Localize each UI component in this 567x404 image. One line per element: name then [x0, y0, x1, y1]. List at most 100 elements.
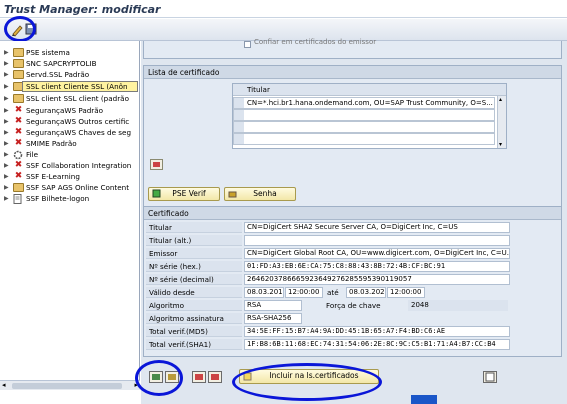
- delete-icon[interactable]: [208, 371, 222, 383]
- trust-issuer-checkbox[interactable]: [244, 41, 251, 48]
- title-bar: Trust Manager: modificar: [0, 0, 567, 18]
- expand-arrow-icon[interactable]: ▶: [4, 171, 9, 182]
- scroll-right-icon[interactable]: ▸: [134, 381, 138, 389]
- folder-icon: [13, 183, 24, 192]
- algorithm-value[interactable]: RSA: [244, 300, 302, 311]
- error-x-icon: ✖: [14, 127, 23, 137]
- error-x-icon: ✖: [14, 105, 23, 115]
- valid-from-date[interactable]: 08.03.2013: [244, 287, 284, 298]
- error-x-icon: ✖: [14, 160, 23, 170]
- expand-arrow-icon[interactable]: ▶: [4, 81, 9, 92]
- tree-horizontal-scrollbar[interactable]: ◂ ▸: [0, 380, 140, 390]
- table-vertical-scrollbar[interactable]: ▴ ▾: [497, 96, 506, 148]
- expand-arrow-icon[interactable]: ▶: [4, 127, 9, 138]
- table-row[interactable]: [233, 133, 495, 145]
- tree-item[interactable]: ▶ ✖ SSF Collaboration Integration: [0, 160, 139, 171]
- expand-arrow-icon[interactable]: ▶: [4, 149, 9, 160]
- emissor-row: Emissor CN=DigiCert Global Root CA, OU=w…: [146, 248, 562, 259]
- senha-button[interactable]: Senha: [224, 187, 296, 201]
- valid-from-time[interactable]: 12:00:00: [285, 287, 323, 298]
- tree-item[interactable]: ▶ SSF Bilhete-logon: [0, 193, 139, 204]
- table-cell: CN=*.hci.br1.hana.ondemand.com, OU=SAP T…: [247, 99, 493, 107]
- sha1-value[interactable]: 1F:B8:6B:11:68:EC:74:31:54:06:2E:8C:9C:C…: [244, 339, 510, 350]
- scroll-thumb[interactable]: [12, 383, 122, 389]
- titular-row: Titular CN=DigiCert SHA2 Secure Server C…: [146, 222, 562, 233]
- expand-arrow-icon[interactable]: ▶: [4, 105, 9, 116]
- sap-logo: [411, 395, 437, 404]
- expand-arrow-icon[interactable]: ▶: [4, 69, 9, 80]
- main-area: Confiar em certificados do emissor Lista…: [141, 38, 567, 404]
- expand-arrow-icon[interactable]: ▶: [4, 93, 9, 104]
- row-selector[interactable]: [234, 134, 244, 144]
- error-x-icon: ✖: [14, 116, 23, 126]
- row-selector[interactable]: [234, 122, 244, 132]
- row-selector[interactable]: [234, 98, 244, 108]
- validity-row: Válido desde 08.03.2013 12:00:00 até 08.…: [146, 287, 562, 298]
- tree-item[interactable]: ▶ Servd.SSL Padrão: [0, 69, 139, 80]
- table-row[interactable]: [233, 109, 495, 121]
- titular-alt-value[interactable]: [244, 235, 510, 246]
- row-selector[interactable]: [234, 110, 244, 120]
- serie-dec-value[interactable]: 2646203786665923649276285595390119057: [244, 274, 510, 285]
- expand-arrow-icon[interactable]: ▶: [4, 193, 9, 204]
- checkbox-label: Confiar em certificados do emissor: [254, 38, 377, 46]
- compare-icon[interactable]: [192, 371, 206, 383]
- titular-value[interactable]: CN=DigiCert SHA2 Secure Server CA, O=Dig…: [244, 222, 510, 233]
- tree-item[interactable]: ▶ ✖ SegurançaWS Padrão: [0, 105, 139, 116]
- key-strength-label: Força de chave: [326, 301, 381, 310]
- column-header-titular[interactable]: Titular: [247, 85, 270, 94]
- expand-arrow-icon[interactable]: ▶: [4, 160, 9, 171]
- folder-icon: [13, 59, 24, 68]
- document-icon: [13, 194, 24, 204]
- error-x-icon: ✖: [14, 138, 23, 148]
- serie-dec-row: Nº série (decimal) 264620378666592364927…: [146, 274, 562, 285]
- certificate-panel: Certificado Titular CN=DigiCert SHA2 Sec…: [143, 206, 562, 357]
- tree-item[interactable]: ▶ SSF SAP AGS Online Content: [0, 182, 139, 193]
- pse-verif-button[interactable]: PSE Verif: [148, 187, 220, 201]
- tree-item-selected[interactable]: ▶ SSL client Cliente SSL (Anôn: [0, 81, 139, 92]
- key-strength-value[interactable]: 2048: [408, 300, 508, 311]
- scroll-down-icon[interactable]: ▾: [499, 141, 502, 148]
- add-to-cert-list-button[interactable]: Incluir na ls.certificados: [239, 369, 379, 384]
- scroll-up-icon[interactable]: ▴: [499, 96, 502, 103]
- table-row[interactable]: CN=*.hci.br1.hana.ondemand.com, OU=SAP T…: [233, 97, 495, 109]
- tree-item[interactable]: ▶ ✖ SegurançaWS Chaves de seg: [0, 127, 139, 138]
- serie-hex-value[interactable]: 01:FD:A3:EB:6E:CA:75:C8:88:43:8B:72:4B:C…: [244, 261, 510, 272]
- tree-item[interactable]: ▶ ✖ SMIME Padrão: [0, 138, 139, 149]
- expand-arrow-icon[interactable]: ▶: [4, 58, 9, 69]
- key-icon: [228, 189, 237, 202]
- signature-algorithm-row: Algoritmo assinatura RSA-SHA256: [146, 313, 562, 324]
- titular-alt-row: Titular (alt.): [146, 235, 562, 246]
- certificate-details-icon[interactable]: [483, 371, 497, 383]
- expand-arrow-icon[interactable]: ▶: [4, 182, 9, 193]
- tree-item[interactable]: ▶ ✖ SegurançaWS Outros certific: [0, 116, 139, 127]
- tree-item[interactable]: ▶ File: [0, 149, 139, 160]
- details-icon[interactable]: [150, 159, 163, 170]
- tree-item[interactable]: ▶ PSE sistema: [0, 47, 139, 58]
- pse-icon: [152, 189, 161, 202]
- edit-icon[interactable]: [10, 23, 26, 37]
- md5-value[interactable]: 34:5E:FF:15:B7:A4:9A:DD:45:1B:65:A7:F4:B…: [244, 326, 510, 337]
- valid-to-date[interactable]: 08.03.2023: [346, 287, 386, 298]
- signature-algorithm-value[interactable]: RSA-SHA256: [244, 313, 302, 324]
- folder-icon: [13, 94, 24, 103]
- scroll-left-icon[interactable]: ◂: [2, 381, 6, 389]
- expand-arrow-icon[interactable]: ▶: [4, 47, 9, 58]
- import-icon[interactable]: [149, 371, 163, 383]
- certificate-title: Certificado: [144, 207, 561, 220]
- tree-item[interactable]: ▶ ✖ SSF E-Learning: [0, 171, 139, 182]
- tree-item[interactable]: ▶ SNC SAPCRYPTOLIB: [0, 58, 139, 69]
- save-icon[interactable]: [25, 23, 41, 37]
- algorithm-row: Algoritmo RSA Força de chave 2048: [146, 300, 562, 311]
- sha1-row: Total verif.(SHA1) 1F:B8:6B:11:68:EC:74:…: [146, 339, 562, 350]
- emissor-value[interactable]: CN=DigiCert Global Root CA, OU=www.digic…: [244, 248, 510, 259]
- tree-item[interactable]: ▶ SSL client SSL client (padrão: [0, 93, 139, 104]
- expand-arrow-icon[interactable]: ▶: [4, 116, 9, 127]
- cert-list-panel: Lista de certificado Titular CN=*.hci.br…: [143, 65, 562, 207]
- expand-arrow-icon[interactable]: ▶: [4, 138, 9, 149]
- valid-to-time[interactable]: 12:00:00: [387, 287, 425, 298]
- error-x-icon: ✖: [14, 171, 23, 181]
- table-row[interactable]: [233, 121, 495, 133]
- serie-hex-row: Nº série (hex.) 01:FD:A3:EB:6E:CA:75:C8:…: [146, 261, 562, 272]
- export-icon[interactable]: [165, 371, 179, 383]
